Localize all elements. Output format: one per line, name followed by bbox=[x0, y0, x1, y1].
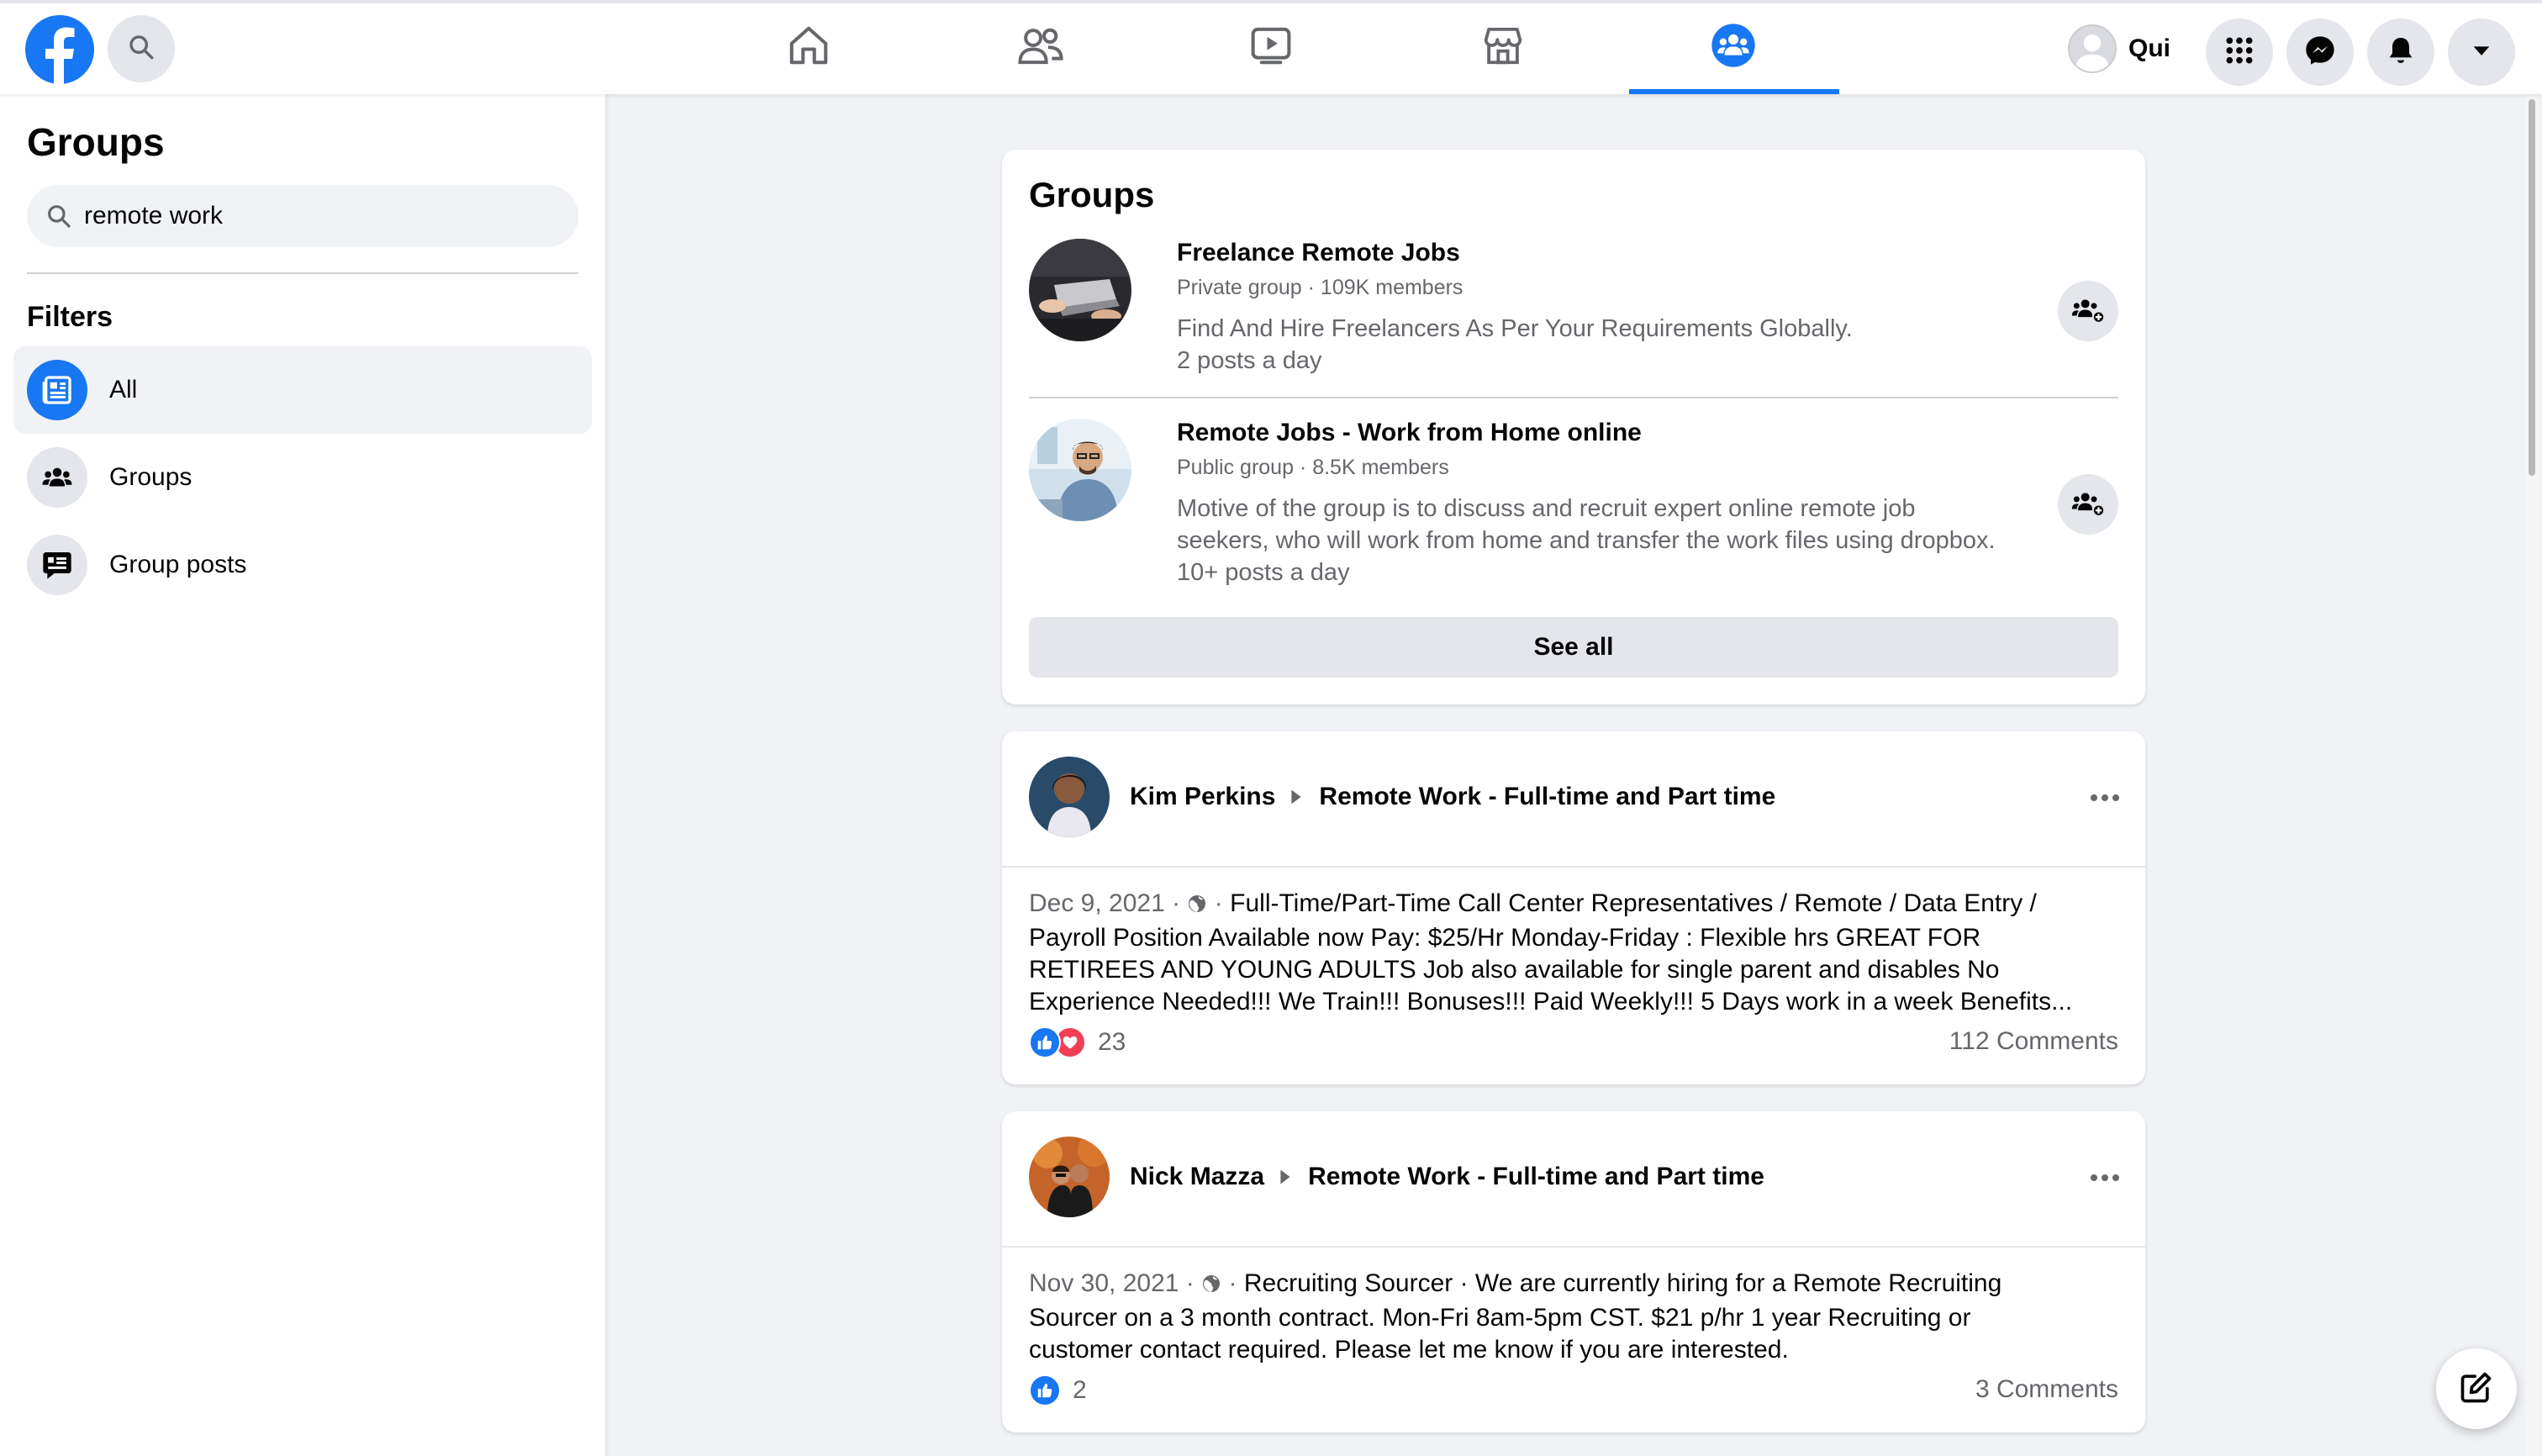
nav-friends-tab[interactable] bbox=[1015, 22, 1066, 72]
more-options-button[interactable] bbox=[2085, 1158, 2125, 1199]
filter-item-label: Group posts bbox=[109, 551, 247, 578]
compose-icon bbox=[2458, 1369, 2495, 1410]
messenger-icon bbox=[2303, 34, 2337, 71]
search-icon bbox=[42, 199, 76, 233]
groups-icon bbox=[27, 447, 87, 508]
sidebar-title: Groups bbox=[27, 120, 165, 164]
new-message-button[interactable] bbox=[2436, 1348, 2517, 1429]
ellipsis-icon bbox=[2090, 1171, 2120, 1186]
post-group-name[interactable]: Remote Work - Full-time and Part time bbox=[1308, 1163, 1764, 1191]
post-group-name[interactable]: Remote Work - Full-time and Part time bbox=[1319, 783, 1775, 811]
reaction-count: 2 bbox=[1073, 1376, 1087, 1404]
feed-icon bbox=[27, 360, 87, 420]
filter-item-groups[interactable]: Groups bbox=[13, 434, 592, 521]
ellipsis-icon bbox=[2090, 791, 2120, 806]
divider bbox=[1002, 1246, 2145, 1248]
top-navigation-bar: Qui bbox=[0, 0, 2542, 94]
menu-button[interactable] bbox=[2206, 18, 2273, 86]
nav-home-tab[interactable] bbox=[783, 22, 834, 72]
filter-item-all[interactable]: All bbox=[13, 346, 592, 434]
like-icon bbox=[1029, 1374, 1061, 1406]
group-meta: Public group · 8.5K members bbox=[1177, 456, 1449, 479]
caret-right-icon bbox=[1290, 789, 1304, 805]
divider bbox=[27, 272, 578, 274]
marketplace-icon bbox=[1480, 23, 1526, 72]
group-avatar[interactable] bbox=[1029, 239, 1131, 341]
bell-icon bbox=[2384, 34, 2418, 71]
more-options-button[interactable] bbox=[2085, 778, 2125, 819]
join-group-icon bbox=[2071, 486, 2106, 524]
nav-groups-tab[interactable] bbox=[1708, 22, 1759, 72]
reactions-summary[interactable]: 2 bbox=[1029, 1372, 1087, 1409]
groups-icon bbox=[1710, 22, 1757, 73]
see-all-button[interactable]: See all bbox=[1029, 617, 2118, 678]
account-button[interactable] bbox=[2448, 18, 2515, 86]
post-text: Dec 9, 2021 · · Full-Time/Part-Time Call… bbox=[1029, 889, 2073, 1016]
globe-icon bbox=[1201, 1270, 1221, 1302]
comments-count[interactable]: 3 Comments bbox=[1975, 1375, 2118, 1404]
messenger-button[interactable] bbox=[2286, 18, 2354, 86]
group-result[interactable]: Freelance Remote Jobs Private group · 10… bbox=[1029, 239, 2118, 390]
join-group-button[interactable] bbox=[2058, 281, 2118, 341]
group-name[interactable]: Freelance Remote Jobs bbox=[1177, 239, 1460, 267]
search-icon bbox=[127, 33, 156, 66]
caret-down-icon bbox=[2470, 39, 2493, 66]
filters-heading: Filters bbox=[27, 301, 113, 333]
nav-active-indicator bbox=[1629, 89, 1839, 94]
card-title: Groups bbox=[1029, 175, 1155, 214]
notifications-button[interactable] bbox=[2367, 18, 2434, 86]
like-icon bbox=[1029, 1026, 1061, 1058]
post-author[interactable]: Kim Perkins bbox=[1130, 783, 1275, 811]
search-box[interactable] bbox=[27, 185, 578, 247]
join-group-icon bbox=[2071, 293, 2106, 330]
divider bbox=[1029, 397, 2118, 398]
avatar[interactable] bbox=[1029, 1137, 1110, 1217]
post-card: Kim Perkins Remote Work - Full-time and … bbox=[1002, 731, 2145, 1084]
join-group-button[interactable] bbox=[2058, 474, 2118, 535]
reactions-summary[interactable]: 23 bbox=[1029, 1024, 1126, 1061]
comments-count[interactable]: 112 Comments bbox=[1949, 1027, 2118, 1056]
group-description: Find And Hire Freelancers As Per Your Re… bbox=[1177, 315, 1853, 374]
home-icon bbox=[786, 23, 831, 72]
nav-marketplace-tab[interactable] bbox=[1478, 22, 1528, 72]
scrollbar-thumb[interactable] bbox=[2529, 99, 2535, 476]
search-input[interactable] bbox=[82, 201, 556, 231]
group-posts-icon bbox=[27, 535, 87, 595]
post-header: Nick Mazza Remote Work - Full-time and P… bbox=[1029, 1137, 2118, 1217]
filter-item-label: All bbox=[109, 376, 138, 404]
profile-name: Qui bbox=[2128, 34, 2170, 62]
friends-icon bbox=[1016, 23, 1065, 72]
avatar bbox=[2068, 24, 2117, 73]
filter-item-label: Groups bbox=[109, 463, 192, 491]
groups-results-card: Groups Freelance Remote Jobs Private gro… bbox=[1002, 150, 2145, 704]
globe-icon bbox=[1187, 890, 1207, 922]
left-sidebar: Groups Filters All Groups Group posts bbox=[0, 94, 605, 1456]
profile-shortcut[interactable]: Qui bbox=[2068, 22, 2170, 76]
group-name[interactable]: Remote Jobs - Work from Home online bbox=[1177, 419, 1642, 447]
group-result[interactable]: Remote Jobs - Work from Home online Publ… bbox=[1029, 419, 2118, 607]
post-header: Kim Perkins Remote Work - Full-time and … bbox=[1029, 757, 2118, 837]
post-card: Nick Mazza Remote Work - Full-time and P… bbox=[1002, 1111, 2145, 1432]
facebook-logo-icon[interactable] bbox=[25, 15, 94, 84]
nav-watch-tab[interactable] bbox=[1246, 22, 1296, 72]
filter-item-group-posts[interactable]: Group posts bbox=[13, 521, 592, 609]
group-meta: Private group · 109K members bbox=[1177, 276, 1463, 299]
post-author[interactable]: Nick Mazza bbox=[1130, 1163, 1264, 1191]
post-text: Nov 30, 2021 · · Recruiting Sourcer · We… bbox=[1029, 1269, 2002, 1364]
caret-right-icon bbox=[1279, 1168, 1293, 1185]
group-avatar[interactable] bbox=[1029, 419, 1131, 521]
video-icon bbox=[1248, 23, 1294, 72]
divider bbox=[1002, 866, 2145, 868]
avatar[interactable] bbox=[1029, 757, 1110, 837]
reaction-count: 23 bbox=[1098, 1028, 1126, 1056]
search-button[interactable] bbox=[108, 15, 175, 82]
group-description: Motive of the group is to discuss and re… bbox=[1177, 495, 1996, 586]
menu-grid-icon bbox=[2223, 34, 2256, 71]
